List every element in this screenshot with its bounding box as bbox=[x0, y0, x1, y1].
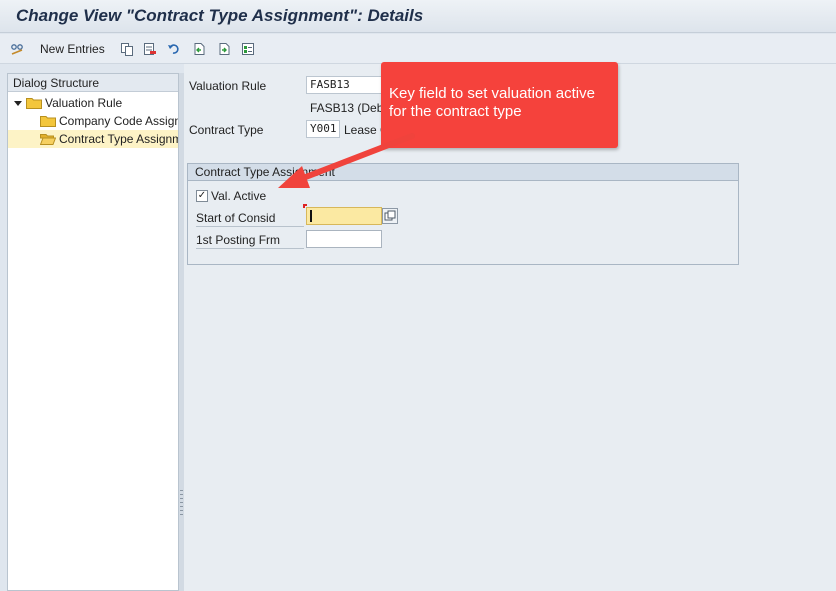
valuation-rule-description: FASB13 (Debt bbox=[310, 101, 387, 115]
splitter-grip-icon[interactable] bbox=[180, 490, 183, 518]
value-help-button[interactable] bbox=[382, 208, 398, 224]
previous-entry-button[interactable] bbox=[192, 40, 206, 58]
window-title: Change View "Contract Type Assignment": … bbox=[16, 6, 424, 25]
valuation-rule-label: Valuation Rule bbox=[189, 79, 267, 93]
undo-button[interactable] bbox=[167, 40, 181, 58]
expand-triangle-icon[interactable] bbox=[14, 100, 22, 106]
start-of-consid-label: Start of Consid bbox=[196, 211, 276, 225]
undo-icon bbox=[168, 44, 179, 54]
delete-icon bbox=[144, 43, 156, 55]
val-active-checkbox[interactable]: ✓ bbox=[196, 190, 208, 202]
tree-item-label: Company Code Assignment bbox=[59, 114, 178, 128]
select-all-icon bbox=[242, 43, 254, 55]
tree-item-contract-type-assignment[interactable]: Contract Type Assignment bbox=[8, 130, 178, 148]
callout-text: Key field to set valuation active for th… bbox=[389, 85, 595, 120]
copy-icon bbox=[121, 43, 133, 56]
tree-item-label: Valuation Rule bbox=[45, 96, 123, 110]
required-marker bbox=[303, 204, 307, 208]
new-entries-label: New Entries bbox=[40, 42, 105, 56]
tree-item-label: Contract Type Assignment bbox=[59, 132, 178, 146]
display-change-icon bbox=[11, 44, 23, 55]
val-active-label: Val. Active bbox=[211, 189, 267, 203]
next-entry-button[interactable] bbox=[217, 40, 231, 58]
copy-button[interactable] bbox=[120, 40, 134, 58]
tree-item-company-code-assignment[interactable]: Company Code Assignment bbox=[8, 112, 178, 130]
delete-button[interactable] bbox=[143, 40, 157, 58]
select-all-button[interactable] bbox=[241, 40, 255, 58]
value-help-icon bbox=[384, 210, 396, 221]
previous-entry-icon bbox=[194, 43, 205, 55]
contract-type-label: Contract Type bbox=[189, 123, 264, 137]
folder-icon bbox=[40, 116, 56, 127]
start-of-consid-input[interactable] bbox=[306, 207, 382, 225]
application-toolbar: New Entries bbox=[0, 34, 836, 64]
new-entries-button[interactable]: New Entries bbox=[40, 40, 105, 58]
annotation-arrow-icon bbox=[278, 133, 415, 188]
first-posting-label: 1st Posting Frm bbox=[196, 233, 281, 247]
valuation-rule-field[interactable]: FASB13 bbox=[306, 76, 384, 94]
text-cursor bbox=[310, 210, 312, 222]
open-folder-icon bbox=[40, 134, 56, 145]
title-bar: Change View "Contract Type Assignment": … bbox=[0, 0, 836, 33]
tree-item-valuation-rule[interactable]: Valuation Rule bbox=[8, 94, 178, 112]
next-entry-icon bbox=[219, 43, 230, 55]
label-underline bbox=[196, 226, 304, 227]
dialog-structure-panel: Dialog Structure Valuation Rule Company … bbox=[7, 73, 179, 591]
dialog-structure-header: Dialog Structure bbox=[8, 74, 178, 92]
label-underline bbox=[196, 248, 304, 249]
first-posting-input[interactable] bbox=[306, 230, 382, 248]
display-change-button[interactable] bbox=[10, 40, 24, 58]
folder-icon bbox=[26, 98, 42, 109]
